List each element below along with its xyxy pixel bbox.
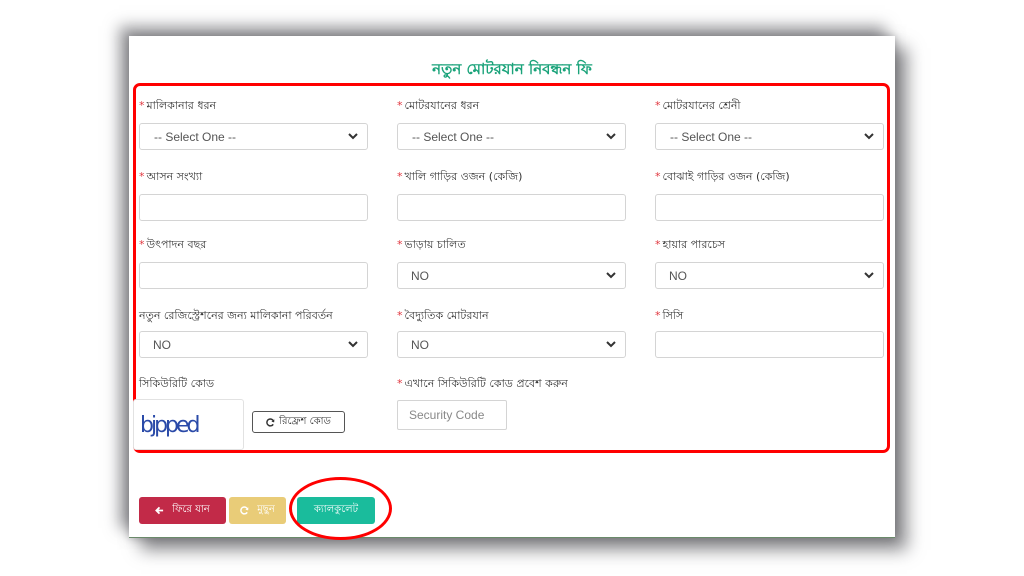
label-text: উৎপাদন বছর	[146, 238, 207, 251]
clear-label: মুছুন	[257, 504, 275, 515]
manufacture-year-label: * উৎপাদন বছর	[139, 237, 368, 253]
page-title: নতুন মোটরযান নিবন্ধন ফি	[432, 60, 592, 78]
back-label: ফিরে যান	[172, 504, 210, 515]
circle-annotation	[289, 477, 392, 540]
required-marker: *	[655, 99, 661, 112]
hire-purchase-select[interactable]: NO	[655, 262, 884, 289]
security-code-input[interactable]: Security Code	[397, 400, 507, 430]
label-text: এখানে সিকিউরিটি কোড প্রবেশ করুন	[404, 377, 568, 390]
selected-value: -- Select One --	[670, 130, 753, 144]
label-text: বৈদ্যুতিক মোটরযান	[404, 309, 489, 322]
ownership-transfer-label: নতুন রেজিস্ট্রেশনের জন্য মালিকানা পরিবর্…	[139, 309, 333, 322]
ownership-type-select[interactable]: -- Select One --	[139, 123, 368, 150]
chevron-down-icon	[606, 341, 616, 348]
clear-button[interactable]: মুছুন	[229, 497, 286, 524]
cc-label: * সিসি	[655, 308, 884, 324]
field-laden-weight: * বোঝাই গাড়ির ওজন (কেজি)	[655, 169, 884, 221]
label-text: মালিকানার ধরন	[146, 99, 217, 112]
chevron-down-icon	[864, 133, 874, 140]
field-vehicle-type: * মোটরযানের ধরন -- Select One --	[397, 98, 626, 150]
vehicle-class-label: * মোটরযানের শ্রেনী	[655, 98, 884, 114]
selected-value: NO	[411, 269, 429, 283]
fee-form-panel: নতুন মোটরযান নিবন্ধন ফি * মালিকানার ধরন -…	[129, 36, 895, 538]
vehicle-type-label: * মোটরযানের ধরন	[397, 98, 626, 114]
chevron-down-icon	[606, 133, 616, 140]
vehicle-class-select[interactable]: -- Select One --	[655, 123, 884, 150]
chevron-down-icon	[606, 272, 616, 279]
label-text: মোটরযানের শ্রেনী	[662, 99, 741, 112]
required-marker: *	[139, 170, 145, 183]
label-text: মোটরযানের ধরন	[404, 99, 480, 112]
required-marker: *	[655, 309, 661, 322]
field-electric-vehicle: * বৈদ্যুতিক মোটরযান NO	[397, 308, 626, 358]
manufacture-year-input[interactable]	[139, 262, 368, 289]
selected-value: NO	[669, 269, 687, 283]
hire-purchase-label: * হায়ার পারচেস	[655, 237, 884, 253]
field-for-hire: * ভাড়ায় চালিত NO	[397, 237, 626, 289]
label-text: ভাড়ায় চালিত	[404, 238, 466, 251]
electric-vehicle-select[interactable]: NO	[397, 331, 626, 358]
label-text: হায়ার পারচেস	[662, 238, 726, 251]
laden-weight-input[interactable]	[655, 194, 884, 221]
field-ownership-type: * মালিকানার ধরন -- Select One --	[139, 98, 368, 150]
captcha-text-graphic: bjpped	[140, 413, 202, 438]
label-text: আসন সংখ্যা	[146, 170, 203, 183]
field-manufacture-year: * উৎপাদন বছর	[139, 237, 368, 289]
selected-value: -- Select One --	[154, 130, 237, 144]
field-vehicle-class: * মোটরযানের শ্রেনী -- Select One --	[655, 98, 884, 150]
required-marker: *	[397, 170, 403, 183]
required-marker: *	[655, 238, 661, 251]
ownership-transfer-select[interactable]: NO	[139, 331, 368, 358]
field-unladen-weight: * খালি গাড়ির ওজন (কেজি)	[397, 169, 626, 221]
refresh-icon	[266, 417, 275, 427]
security-code-input-label: * এখানে সিকিউরিটি কোড প্রবেশ করুন	[397, 376, 626, 392]
label-text: সিসি	[662, 309, 684, 322]
chevron-down-icon	[348, 133, 358, 140]
cc-input[interactable]	[655, 331, 884, 358]
chevron-down-icon	[348, 341, 358, 348]
label-text: বোঝাই গাড়ির ওজন (কেজি)	[662, 170, 790, 183]
seat-count-input[interactable]	[139, 194, 368, 221]
electric-vehicle-label: * বৈদ্যুতিক মোটরযান	[397, 308, 626, 324]
required-marker: *	[397, 99, 403, 112]
required-marker: *	[139, 238, 145, 251]
vehicle-type-select[interactable]: -- Select One --	[397, 123, 626, 150]
field-seat-count: * আসন সংখ্যা	[139, 169, 368, 221]
selected-value: NO	[153, 338, 171, 352]
back-button[interactable]: ফিরে যান	[139, 497, 226, 524]
captcha-image: bjpped	[133, 399, 244, 450]
refresh-icon	[240, 506, 249, 515]
captcha-text: bjpped	[140, 413, 199, 438]
required-marker: *	[655, 170, 661, 183]
chevron-down-icon	[864, 272, 874, 279]
laden-weight-label: * বোঝাই গাড়ির ওজন (কেজি)	[655, 169, 884, 185]
selected-value: NO	[411, 338, 429, 352]
field-ownership-transfer: নতুন রেজিস্ট্রেশনের জন্য মালিকানা পরিবর্…	[139, 308, 368, 358]
label-text: খালি গাড়ির ওজন (কেজি)	[404, 170, 523, 183]
field-hire-purchase: * হায়ার পারচেস NO	[655, 237, 884, 289]
required-marker: *	[397, 377, 403, 390]
for-hire-select[interactable]: NO	[397, 262, 626, 289]
required-marker: *	[139, 99, 145, 112]
refresh-code-button[interactable]: রিফ্রেশ কোড	[252, 411, 345, 433]
seat-count-label: * আসন সংখ্যা	[139, 169, 368, 185]
required-marker: *	[397, 309, 403, 322]
for-hire-label: * ভাড়ায় চালিত	[397, 237, 626, 253]
unladen-weight-label: * খালি গাড়ির ওজন (কেজি)	[397, 169, 626, 185]
ownership-type-label: * মালিকানার ধরন	[139, 98, 368, 114]
refresh-code-label: রিফ্রেশ কোড	[279, 415, 331, 427]
field-security-code: সিকিউরিটি কোড	[139, 376, 368, 392]
selected-value: -- Select One --	[412, 130, 495, 144]
arrow-left-icon	[155, 506, 164, 515]
field-cc: * সিসি	[655, 308, 884, 358]
field-security-code-input: * এখানে সিকিউরিটি কোড প্রবেশ করুন	[397, 376, 626, 392]
unladen-weight-input[interactable]	[397, 194, 626, 221]
security-code-label: সিকিউরিটি কোড	[139, 377, 215, 390]
required-marker: *	[397, 238, 403, 251]
